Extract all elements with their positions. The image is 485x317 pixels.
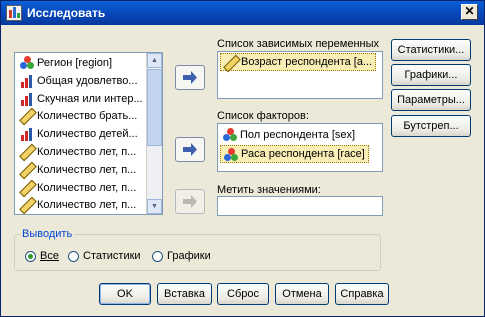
ordinal-variable-icon [20,127,34,142]
source-list-item[interactable]: Регион [region] [17,54,115,72]
scale-variable-icon [19,143,37,162]
paste-button[interactable]: Вставка [157,283,212,305]
scroll-up-arrow[interactable]: ▲ [147,53,162,68]
display-statistics-label: Статистики [83,250,141,262]
source-list-item-label: Количество лет, п... [37,163,137,176]
source-list-item[interactable]: Количество лет, п... [17,143,139,162]
dependent-list-item[interactable]: Возраст респондента [а... [220,53,377,73]
radio-indicator [152,250,163,262]
move-to-factor-button[interactable] [175,137,205,162]
radio-selected-indicator [25,250,36,262]
source-list-item[interactable]: Количество брать... [17,107,140,126]
display-statistics-radio[interactable]: Статистики [68,250,141,262]
source-list-item[interactable]: Количество лет, п... [17,179,139,197]
ordinal-variable-icon [20,92,34,106]
explore-dialog: Исследовать ✕ ▲ ▼ Регион [region] Общая у… [0,0,485,317]
scroll-thumb[interactable] [147,69,162,146]
dependent-list-label: Список зависимых переменных [217,38,380,50]
move-to-dependent-button[interactable] [175,65,205,90]
factor-variable-list[interactable]: Пол респондента [sex] Раса респондента [r… [217,123,383,172]
source-list-item-label: Скучная или интер... [37,92,143,105]
source-list-item[interactable]: Количество лет, п... [17,161,139,180]
options-button[interactable]: Параметры... [391,89,471,111]
move-to-label-cases-button[interactable] [175,189,205,214]
reset-button[interactable]: Сброс [217,283,269,305]
display-both-label: Все [40,250,59,262]
cancel-button[interactable]: Отмена [275,283,329,305]
source-list-item-label: Количество лет, п... [37,181,137,194]
nominal-variable-icon [224,148,238,162]
help-button[interactable]: Справка [335,283,389,305]
arrow-right-icon [183,195,197,208]
display-both-radio[interactable]: Все [25,250,59,262]
spss-app-icon [6,5,22,21]
dependent-list-item-label: Возраст респондента [а... [241,56,373,68]
ordinal-variable-icon [20,74,34,88]
source-list-item[interactable]: Скучная или интер... [17,90,146,108]
arrow-right-icon [183,71,197,84]
scale-variable-icon [19,197,37,214]
source-list-item[interactable]: Количество детей... [17,125,141,143]
window-title: Исследовать [27,6,106,20]
statistics-button[interactable]: Статистики... [391,39,471,61]
factor-list-item-label: Пол респондента [sex] [240,129,356,141]
dependent-variable-list[interactable]: Возраст респондента [а... [217,51,383,99]
source-list-item-label: Регион [region] [37,57,113,69]
scale-variable-icon [19,161,37,180]
bootstrap-button[interactable]: Бутстреп... [391,115,471,137]
source-list-item-label: Общая удовлетво... [37,74,138,87]
scroll-down-arrow[interactable]: ▼ [147,199,162,214]
source-list-item-label: Количество лет, п... [37,146,137,158]
source-list-item-label: Количество брать... [37,110,138,123]
scale-variable-icon [19,108,37,126]
source-variable-list[interactable]: ▲ ▼ Регион [region] Общая удовлетво... Ску… [14,52,163,215]
nominal-variable-icon [223,128,237,142]
factor-list-item[interactable]: Раса респондента [race] [220,145,369,163]
display-plots-radio[interactable]: Графики [152,250,211,262]
display-plots-label: Графики [167,250,211,262]
source-list-item-label: Количество детей... [37,128,138,141]
factor-list-item[interactable]: Пол респондента [sex] [220,126,358,144]
factor-list-label: Список факторов: [217,110,309,122]
source-list-scrollbar[interactable]: ▲ ▼ [146,53,162,214]
nominal-variable-icon [20,56,34,70]
display-group-title: Выводить [20,228,75,240]
ok-button[interactable]: OK [99,283,151,305]
source-list-item[interactable]: Количество лет, п... [17,196,139,214]
arrow-right-icon [183,143,197,156]
label-cases-label: Метить значениями: [217,184,321,196]
scale-variable-icon [19,179,37,197]
source-list-item[interactable]: Общая удовлетво... [17,72,141,90]
label-cases-field[interactable] [217,196,383,216]
source-list-item-label: Количество лет, п... [37,199,137,212]
title-bar[interactable]: Исследовать ✕ [1,1,484,25]
radio-indicator [68,250,79,262]
scale-variable-icon [223,54,241,73]
factor-list-item-label: Раса респондента [race] [241,148,365,160]
plots-button[interactable]: Графики... [391,64,471,86]
close-button[interactable]: ✕ [461,4,478,20]
